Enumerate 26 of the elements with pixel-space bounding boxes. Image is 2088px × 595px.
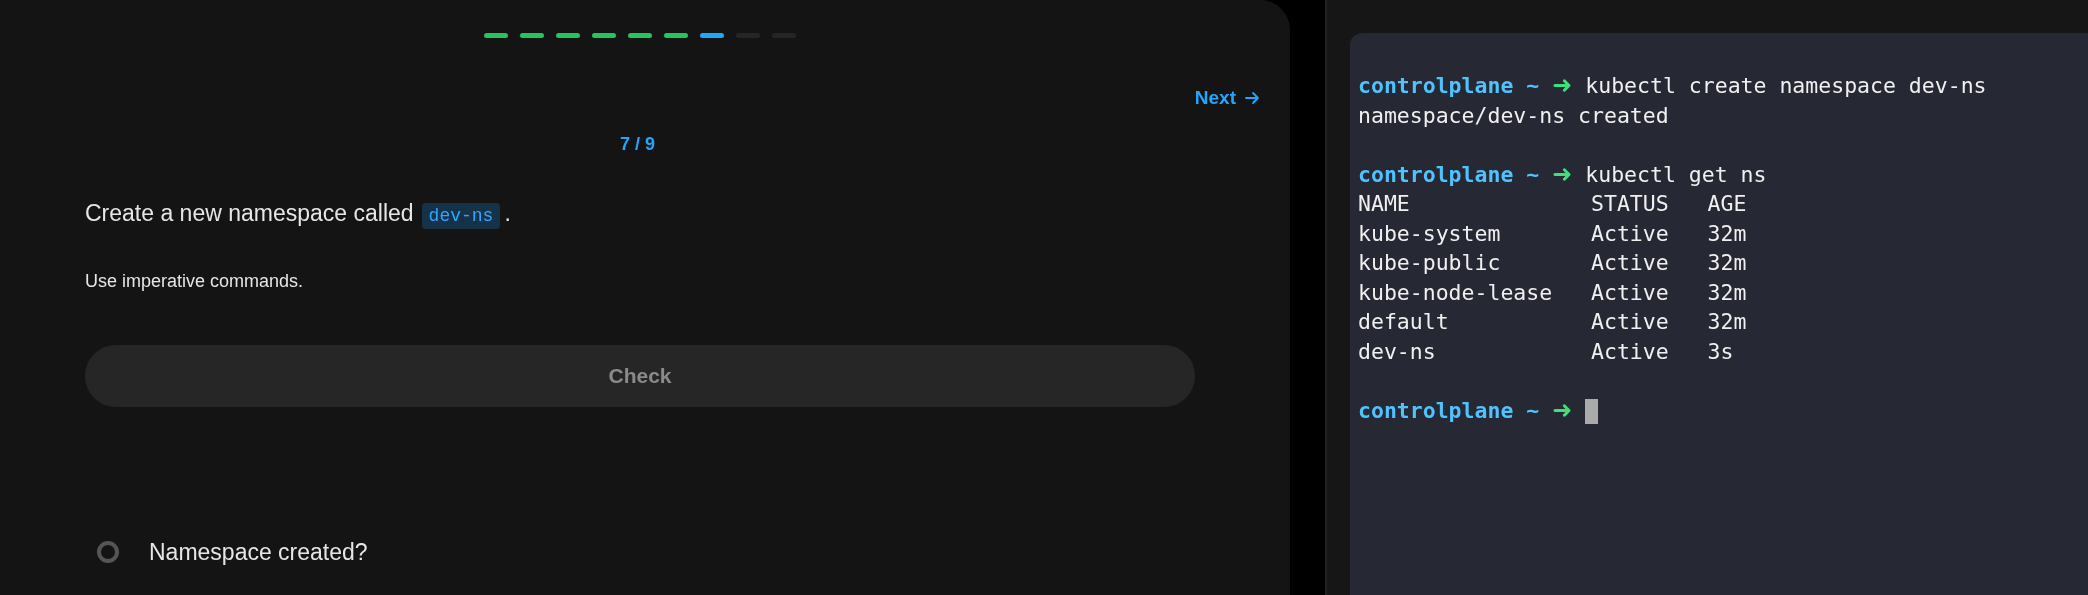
code-snippet: dev-ns [421, 202, 501, 229]
output-line: NAME STATUS AGE [1358, 190, 1748, 218]
command-text: kubectl create namespace dev-ns [1585, 73, 1987, 98]
task-label: Namespace created? [149, 538, 368, 567]
arrow-right-icon [1244, 90, 1260, 107]
next-link[interactable]: Next [1194, 84, 1260, 113]
hint-text: Use imperative commands. [85, 270, 305, 293]
command-text: kubectl get ns [1585, 161, 1767, 187]
question-text: Create a new namespace called dev-ns . [85, 195, 1205, 230]
output-line: kube-system Active 32m [1358, 219, 1748, 248]
output-line: dev-ns Active 3s [1358, 337, 1735, 366]
prompt-dir: ~ [1526, 161, 1540, 187]
output-line: kube-node-lease Active 32m [1358, 278, 1748, 307]
prompt-arrow: ➜ [1552, 71, 1573, 99]
step-counter: 7 / 9 [620, 132, 657, 156]
prompt-arrow: ➜ [1552, 395, 1573, 424]
prompt-dir: ~ [1526, 397, 1540, 423]
prompt-arrow: ➜ [1552, 159, 1573, 188]
prompt-dir: ~ [1526, 73, 1540, 98]
prompt-host: controlplane [1358, 161, 1514, 187]
output-line: namespace/dev-ns created [1358, 101, 1670, 130]
prompt-host: controlplane [1358, 397, 1514, 423]
check-button[interactable]: Check [85, 345, 1195, 407]
output-line: default Active 32m [1358, 308, 1748, 336]
prompt-host: controlplane [1358, 73, 1514, 98]
output-line: kube-public Active 32m [1358, 249, 1748, 277]
